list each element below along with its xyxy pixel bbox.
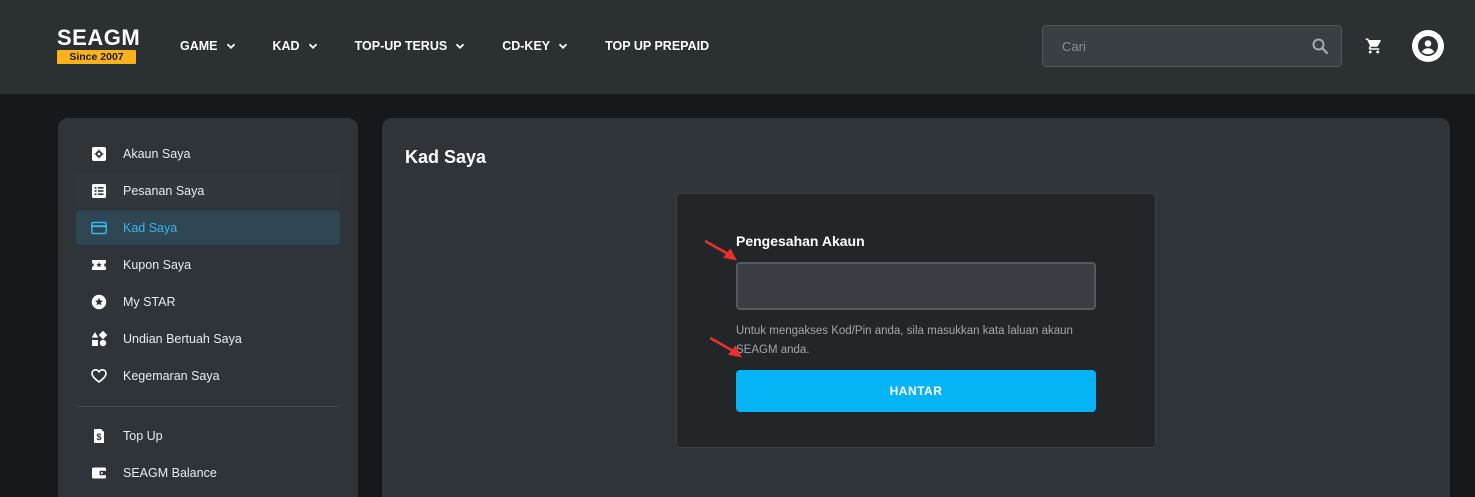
top-header: SEAGM Since 2007 GAME KAD TOP-UP TERUS C… (0, 0, 1475, 94)
svg-text:$: $ (96, 432, 101, 442)
nav-item-kad[interactable]: KAD (273, 39, 319, 53)
coupon-icon (92, 260, 106, 270)
account-circle-icon (1418, 36, 1438, 56)
dollar-document-icon: $ (94, 429, 104, 443)
search-input[interactable] (1043, 26, 1303, 66)
logo-badge: Since 2007 (57, 50, 136, 64)
main-nav: GAME KAD TOP-UP TERUS CD-KEY TOP UP PREP… (180, 37, 709, 55)
sidebar-item-label: Top Up (123, 429, 163, 443)
sidebar-item-top-up[interactable]: $ Top Up (76, 418, 340, 453)
cart-icon[interactable] (1365, 37, 1383, 55)
orders-list-icon (92, 184, 106, 198)
help-text: Untuk mengakses Kod/Pin anda, sila masuk… (736, 325, 1073, 356)
password-field-label: Pengesahan Akaun (736, 233, 865, 249)
sidebar-item-akaun-saya[interactable]: Akaun Saya (76, 136, 340, 171)
sidebar-item-label: Undian Bertuah Saya (123, 332, 242, 346)
nav-item-game[interactable]: GAME (180, 39, 237, 53)
account-settings-icon (92, 147, 106, 161)
nav-item-label: GAME (180, 39, 218, 53)
search-icon[interactable] (1311, 37, 1329, 55)
chevron-down-icon (226, 43, 235, 49)
seagm-logo[interactable]: SEAGM Since 2007 (57, 25, 141, 65)
account-verification-card: Pengesahan Akaun Untuk mengakses Kod/Pin… (676, 193, 1156, 448)
sidebar-item-my-star[interactable]: My STAR (76, 284, 340, 319)
page-title: Kad Saya (405, 147, 487, 167)
sidebar-item-label: Pesanan Saya (123, 184, 205, 198)
sidebar-item-kupon-saya[interactable]: Kupon Saya (76, 247, 340, 282)
annotation-arrow-icon (710, 337, 742, 358)
nav-item-label: TOP UP PREPAID (605, 39, 710, 53)
chevron-down-icon (456, 43, 465, 49)
chevron-down-icon (558, 43, 568, 49)
sidebar-item-undian-bertuah-saya[interactable]: Undian Bertuah Saya (76, 321, 340, 356)
sidebar-item-pesanan-saya[interactable]: Pesanan Saya (76, 173, 340, 208)
shapes-icon (91, 331, 107, 347)
nav-item-label: TOP-UP TERUS (354, 39, 448, 53)
sidebar-item-label: SEAGM Balance (123, 466, 217, 480)
sidebar-item-label: Kupon Saya (123, 258, 192, 272)
credit-card-icon (91, 221, 107, 235)
sidebar-item-kegemaran-saya[interactable]: Kegemaran Saya (76, 358, 340, 393)
submit-button[interactable]: HANTAR (736, 370, 1096, 412)
nav-item-label: KAD (272, 39, 300, 53)
logo-text: SEAGM (57, 25, 141, 50)
main-panel: Kad Saya Pengesahan Akaun Untuk mengakse… (382, 118, 1450, 497)
heart-icon (91, 368, 107, 384)
avatar[interactable] (1412, 30, 1444, 62)
annotation-arrow-icon (705, 240, 737, 261)
sidebar-item-label: Kegemaran Saya (123, 369, 220, 383)
sidebar-item-label: Akaun Saya (123, 147, 191, 161)
nav-item-cd-key[interactable]: CD-KEY (502, 39, 569, 53)
account-sidebar: Akaun Saya Pesanan Saya Kad Saya Kupon S… (58, 118, 358, 497)
sidebar-item-label: Kad Saya (123, 221, 178, 235)
chevron-down-icon (308, 43, 317, 49)
sidebar-item-kad-saya[interactable]: Kad Saya (76, 210, 340, 245)
search-box (1042, 25, 1342, 67)
nav-item-top-up-terus[interactable]: TOP-UP TERUS (355, 39, 467, 53)
nav-item-top-up-prepaid[interactable]: TOP UP PREPAID (605, 39, 709, 53)
sidebar-item-label: My STAR (123, 295, 176, 309)
nav-item-label: CD-KEY (502, 39, 551, 53)
star-circle-icon (91, 294, 107, 310)
sidebar-item-seagm-balance[interactable]: SEAGM Balance (76, 455, 340, 490)
sidebar-divider (76, 406, 340, 407)
wallet-icon (92, 467, 106, 479)
password-input[interactable] (736, 262, 1096, 310)
